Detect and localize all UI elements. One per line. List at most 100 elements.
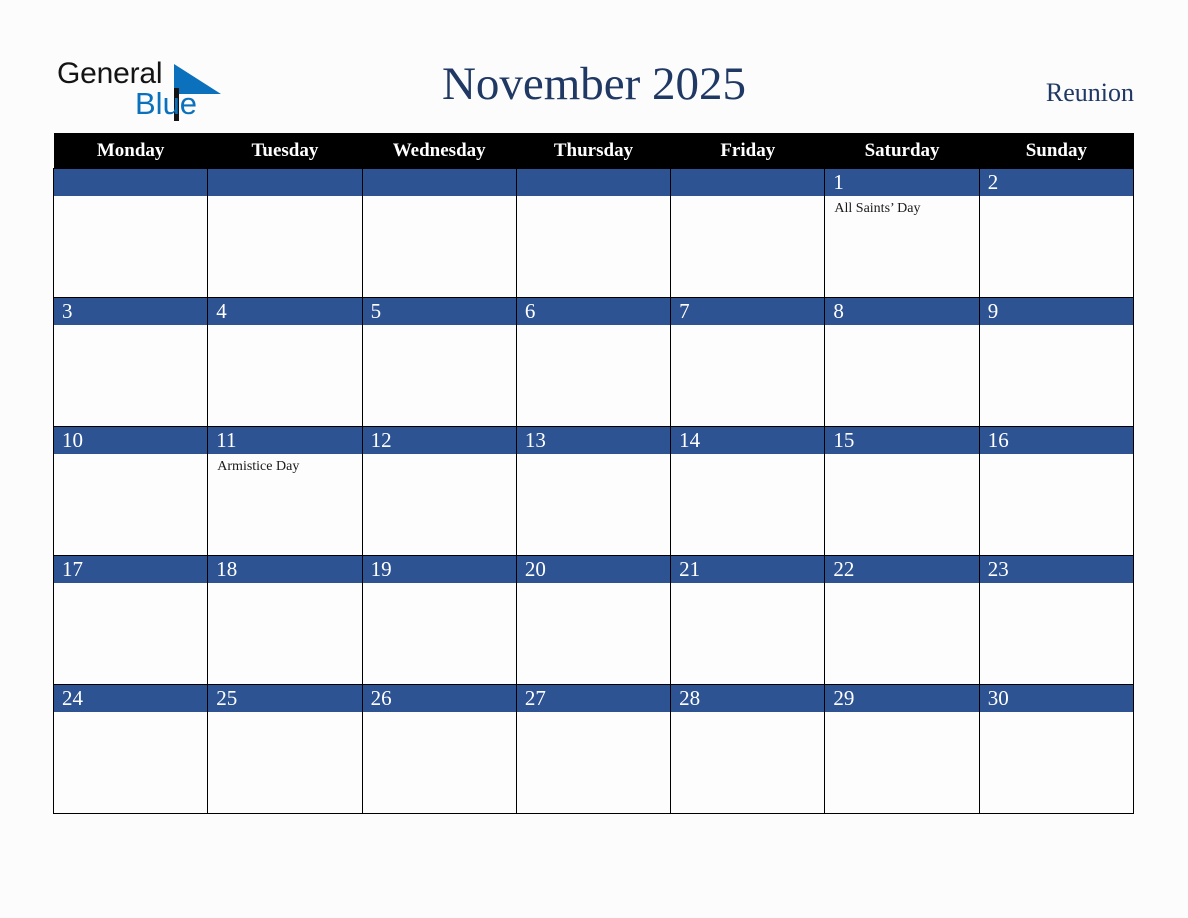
calendar-day-cell[interactable]: 22	[824, 555, 980, 685]
day-events: All Saints’ Day	[825, 196, 978, 218]
calendar-day-cell[interactable]: 11 Armistice Day	[207, 426, 363, 556]
day-number: 18	[208, 556, 362, 583]
day-number: 10	[54, 427, 208, 454]
day-number: 20	[516, 556, 671, 583]
day-events	[517, 325, 670, 329]
calendar-week-row: 17 18 19 20 21 22 23	[52, 555, 1135, 685]
day-number: 9	[979, 298, 1133, 325]
day-events	[363, 712, 516, 716]
calendar-day-cell[interactable]: 20	[515, 555, 672, 685]
weekday-header-sunday: Sunday	[979, 133, 1134, 169]
day-number: 15	[825, 427, 979, 454]
day-events	[517, 454, 670, 458]
day-events	[825, 454, 978, 458]
day-number: 23	[979, 556, 1133, 583]
day-events	[208, 712, 361, 716]
calendar-body: 1 All Saints’ Day 2 3 4 5 6 7 8 9 10 11 Armistice Da…	[52, 168, 1135, 814]
day-number	[362, 169, 516, 196]
day-events	[208, 583, 361, 587]
day-events	[54, 712, 207, 716]
calendar-day-cell[interactable]: 29	[824, 684, 980, 814]
calendar-day-cell[interactable]: 17	[52, 555, 209, 685]
day-number: 17	[54, 556, 208, 583]
day-events	[363, 583, 516, 587]
calendar-day-cell[interactable]: 24	[52, 684, 209, 814]
day-events: Armistice Day	[208, 454, 361, 476]
day-number: 19	[362, 556, 516, 583]
day-number: 7	[671, 298, 825, 325]
calendar-day-cell[interactable]: 18	[207, 555, 363, 685]
day-number	[208, 169, 362, 196]
day-events	[54, 196, 207, 200]
day-number: 11	[208, 427, 362, 454]
day-number: 13	[516, 427, 671, 454]
holiday-label: All Saints’ Day	[834, 201, 921, 216]
day-number: 21	[671, 556, 825, 583]
weekday-header-row: Monday Tuesday Wednesday Thursday Friday…	[53, 133, 1134, 169]
day-number: 6	[516, 298, 671, 325]
calendar-day-cell[interactable]: 30	[978, 684, 1135, 814]
day-events	[208, 325, 361, 329]
day-number: 2	[979, 169, 1133, 196]
calendar-day-cell[interactable]: 9	[978, 297, 1135, 427]
day-events	[517, 583, 670, 587]
page-header: General Blue November 2025 Reunion	[0, 0, 1188, 133]
calendar-day-cell[interactable]: 25	[207, 684, 363, 814]
day-number: 8	[825, 298, 979, 325]
calendar-day-cell-empty	[361, 168, 517, 298]
day-number: 4	[208, 298, 362, 325]
day-number: 24	[54, 685, 208, 712]
day-number	[54, 169, 208, 196]
calendar-day-cell[interactable]: 13	[515, 426, 672, 556]
calendar-day-cell[interactable]: 27	[515, 684, 672, 814]
day-events	[671, 583, 824, 587]
calendar-day-cell[interactable]: 8	[824, 297, 980, 427]
calendar-week-row: 24 25 26 27 28 29 30	[52, 684, 1135, 814]
day-number: 22	[825, 556, 979, 583]
day-events	[825, 583, 978, 587]
calendar-day-cell[interactable]: 1 All Saints’ Day	[824, 168, 980, 298]
weekday-header-thursday: Thursday	[516, 133, 671, 169]
day-events	[980, 454, 1133, 458]
calendar-week-row: 10 11 Armistice Day 12 13 14 15 16	[52, 426, 1135, 556]
day-number: 1	[825, 169, 979, 196]
calendar-day-cell[interactable]: 26	[361, 684, 517, 814]
calendar-day-cell[interactable]: 6	[515, 297, 672, 427]
day-events	[363, 454, 516, 458]
day-events	[671, 325, 824, 329]
calendar-day-cell[interactable]: 12	[361, 426, 517, 556]
weekday-header-wednesday: Wednesday	[362, 133, 517, 169]
calendar-day-cell-empty	[52, 168, 209, 298]
calendar-grid: Monday Tuesday Wednesday Thursday Friday…	[52, 133, 1135, 814]
calendar-day-cell[interactable]: 5	[361, 297, 517, 427]
day-events	[517, 196, 670, 200]
calendar-day-cell[interactable]: 28	[670, 684, 826, 814]
day-events	[980, 325, 1133, 329]
day-number: 5	[362, 298, 516, 325]
day-events	[517, 712, 670, 716]
day-number: 14	[671, 427, 825, 454]
day-number: 12	[362, 427, 516, 454]
calendar-day-cell[interactable]: 2	[978, 168, 1135, 298]
day-number: 3	[54, 298, 208, 325]
calendar-day-cell[interactable]: 7	[670, 297, 826, 427]
page-title: November 2025	[441, 58, 747, 110]
day-number: 27	[516, 685, 671, 712]
calendar-day-cell[interactable]: 23	[978, 555, 1135, 685]
calendar-day-cell[interactable]: 10	[52, 426, 209, 556]
day-events	[671, 712, 824, 716]
day-events	[825, 325, 978, 329]
calendar-day-cell[interactable]: 15	[824, 426, 980, 556]
holiday-label: Armistice Day	[217, 459, 300, 474]
calendar-day-cell-empty	[670, 168, 826, 298]
calendar-day-cell[interactable]: 19	[361, 555, 517, 685]
day-events	[363, 196, 516, 200]
calendar-day-cell[interactable]: 16	[978, 426, 1135, 556]
day-events	[208, 196, 361, 200]
calendar-day-cell[interactable]: 4	[207, 297, 363, 427]
calendar-day-cell[interactable]: 3	[52, 297, 209, 427]
calendar-day-cell[interactable]: 21	[670, 555, 826, 685]
day-events	[980, 196, 1133, 200]
weekday-header-tuesday: Tuesday	[207, 133, 363, 169]
calendar-day-cell[interactable]: 14	[670, 426, 826, 556]
